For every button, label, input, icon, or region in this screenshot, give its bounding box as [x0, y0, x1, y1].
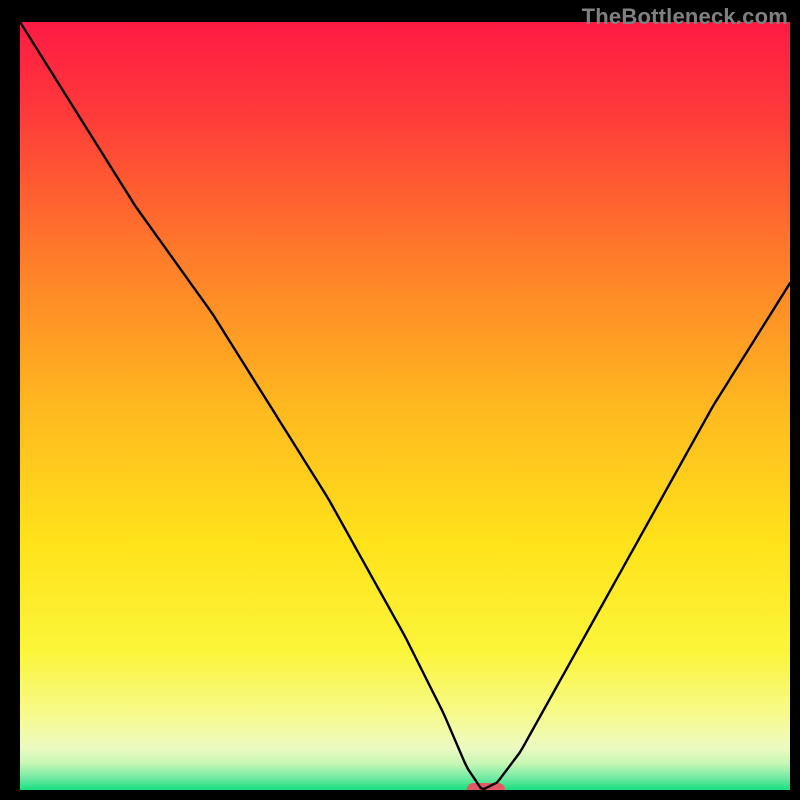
watermark-text: TheBottleneck.com	[582, 4, 788, 30]
chart-svg	[20, 22, 790, 790]
bottleneck-chart	[20, 22, 790, 790]
chart-frame: TheBottleneck.com	[0, 0, 800, 800]
